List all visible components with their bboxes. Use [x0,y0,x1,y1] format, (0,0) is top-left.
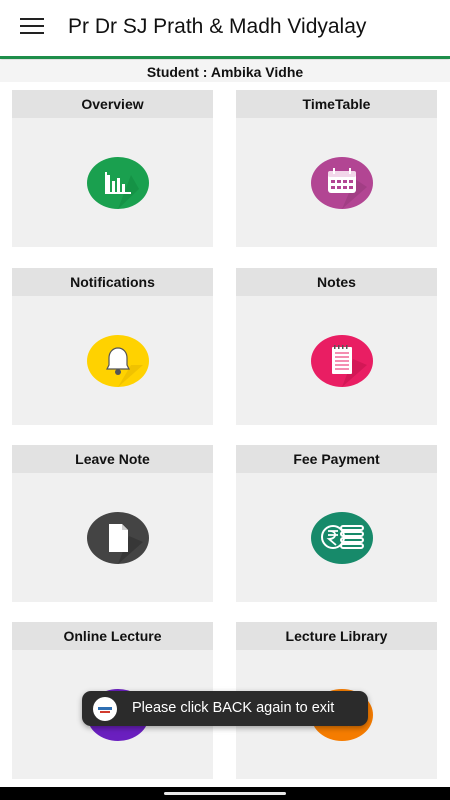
tile-fee-payment[interactable]: Fee Payment [236,445,437,602]
toast-message: Please click BACK again to exit [132,700,335,716]
tile-label: TimeTable [236,90,437,118]
gesture-handle[interactable] [164,792,286,795]
rupee-coins-icon [311,512,373,564]
student-name-bar: Student : Ambika Vidhe [0,60,450,82]
bar-chart-icon [87,157,149,209]
system-nav-bar [0,787,450,800]
tile-notes[interactable]: Notes [236,268,437,425]
tile-label: Fee Payment [236,445,437,473]
tile-label: Notifications [12,268,213,296]
tile-overview[interactable]: Overview [12,90,213,247]
tile-label: Online Lecture [12,622,213,650]
tile-timetable[interactable]: TimeTable [236,90,437,247]
app-title: Pr Dr SJ Prath & Madh Vidyalay [68,15,367,38]
tile-label: Notes [236,268,437,296]
app-logo-icon [93,697,117,721]
tile-label: Lecture Library [236,622,437,650]
tile-notifications[interactable]: Notifications [12,268,213,425]
tile-leave-note[interactable]: Leave Note [12,445,213,602]
tile-label: Leave Note [12,445,213,473]
hamburger-menu-icon[interactable] [20,18,44,36]
notepad-icon [311,335,373,387]
calendar-icon [311,157,373,209]
exit-toast: Please click BACK again to exit [82,691,368,726]
app-bar: Pr Dr SJ Prath & Madh Vidyalay [0,0,450,59]
document-icon [87,512,149,564]
bell-icon [87,335,149,387]
tile-label: Overview [12,90,213,118]
